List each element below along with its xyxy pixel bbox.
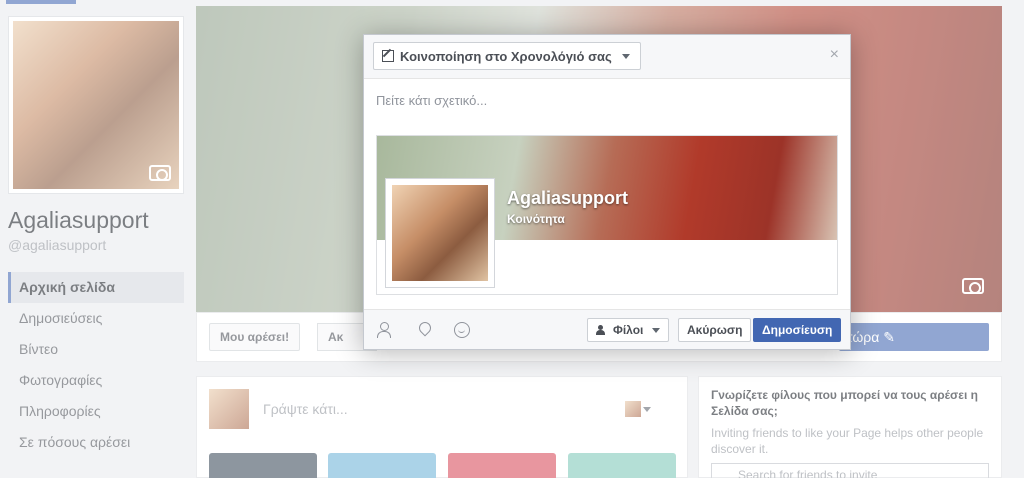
dialog-footer: Φίλοι Ακύρωση Δημοσίευση xyxy=(364,309,850,349)
chevron-down-icon xyxy=(652,327,661,333)
location-icon[interactable] xyxy=(416,322,432,338)
feeling-icon[interactable] xyxy=(454,322,470,338)
preview-page-name: Agaliasupport xyxy=(507,188,629,208)
page-preview-card: Agaliasupport Κοινότητα xyxy=(376,135,838,295)
close-icon[interactable]: × xyxy=(830,45,839,65)
tag-friends-icon[interactable] xyxy=(376,322,392,338)
pencil-icon xyxy=(382,50,394,62)
preview-page-category: Κοινότητα xyxy=(507,212,565,226)
share-dialog: Κοινοποίηση στο Χρονολόγιό σας × Πείτε κ… xyxy=(363,34,851,350)
audience-select[interactable]: Φίλοι xyxy=(587,318,670,342)
publish-button[interactable]: Δημοσίευση xyxy=(753,318,842,342)
chevron-down-icon xyxy=(621,53,630,59)
cancel-button[interactable]: Ακύρωση xyxy=(678,318,752,342)
say-something-input[interactable]: Πείτε κάτι σχετικό... xyxy=(376,93,487,108)
audience-label: Φίλοι xyxy=(613,323,644,337)
dialog-header: Κοινοποίηση στο Χρονολόγιό σας × xyxy=(364,35,850,79)
share-target-label: Κοινοποίηση στο Χρονολόγιό σας xyxy=(400,48,612,64)
share-target-select[interactable]: Κοινοποίηση στο Χρονολόγιό σας xyxy=(373,42,641,70)
friends-icon xyxy=(596,325,608,335)
preview-profile-picture xyxy=(385,178,495,288)
